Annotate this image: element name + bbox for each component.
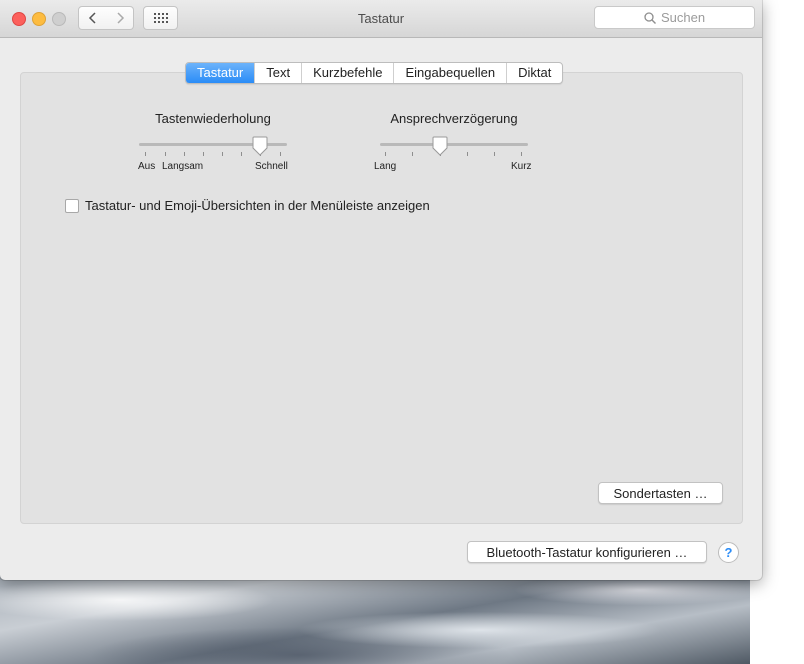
key-repeat-title: Tastenwiederholung bbox=[155, 111, 271, 126]
delay-until-repeat-tick bbox=[494, 152, 495, 156]
search-icon bbox=[644, 11, 656, 24]
key-repeat-tick bbox=[145, 152, 146, 156]
key-repeat-tick bbox=[184, 152, 185, 156]
key-repeat-label-fast: Schnell bbox=[255, 161, 288, 172]
tab-kurzbefehle[interactable]: Kurzbefehle bbox=[301, 63, 393, 83]
delay-until-repeat-tick bbox=[467, 152, 468, 156]
title-bar: Tastatur Suchen bbox=[0, 0, 762, 38]
key-repeat-knob[interactable] bbox=[252, 136, 268, 156]
delay-label-short: Kurz bbox=[511, 161, 532, 172]
search-field[interactable]: Suchen bbox=[594, 6, 755, 29]
key-repeat-label-off: Aus bbox=[138, 161, 156, 172]
preferences-window: Tastatur Suchen Tastatur Text Kurzbefehl… bbox=[0, 0, 762, 580]
tab-diktat[interactable]: Diktat bbox=[506, 63, 562, 83]
show-viewers-checkbox[interactable] bbox=[65, 198, 79, 213]
settings-panel bbox=[20, 72, 743, 524]
tab-bar: Tastatur Text Kurzbefehle Eingabequellen… bbox=[185, 62, 564, 84]
key-repeat-tick bbox=[241, 152, 242, 156]
key-repeat-tick bbox=[203, 152, 204, 156]
delay-until-repeat-tick bbox=[412, 152, 413, 156]
delay-until-repeat-track[interactable] bbox=[380, 143, 528, 146]
show-viewers-label: Tastatur- und Emoji-Übersichten in der M… bbox=[85, 198, 430, 213]
tab-tastatur[interactable]: Tastatur bbox=[186, 63, 255, 83]
delay-label-long: Lang bbox=[374, 161, 397, 172]
tab-text[interactable]: Text bbox=[254, 63, 301, 83]
key-repeat-tick bbox=[222, 152, 223, 156]
key-repeat-label-slow: Langsam bbox=[162, 161, 204, 172]
delay-until-repeat-tick bbox=[521, 152, 522, 156]
tab-eingabequellen[interactable]: Eingabequellen bbox=[393, 63, 506, 83]
key-repeat-tick bbox=[280, 152, 281, 156]
help-button[interactable]: ? bbox=[718, 542, 739, 563]
delay-until-repeat-title: Ansprechverzögerung bbox=[390, 111, 518, 126]
bluetooth-setup-button[interactable]: Bluetooth-Tastatur konfigurieren … bbox=[467, 541, 707, 563]
delay-until-repeat-tick bbox=[385, 152, 386, 156]
delay-until-repeat-knob[interactable] bbox=[432, 136, 448, 156]
search-placeholder: Suchen bbox=[660, 10, 706, 25]
modifier-keys-button[interactable]: Sondertasten … bbox=[598, 482, 723, 504]
show-viewers-option[interactable]: Tastatur- und Emoji-Übersichten in der M… bbox=[65, 198, 430, 213]
key-repeat-tick bbox=[165, 152, 166, 156]
